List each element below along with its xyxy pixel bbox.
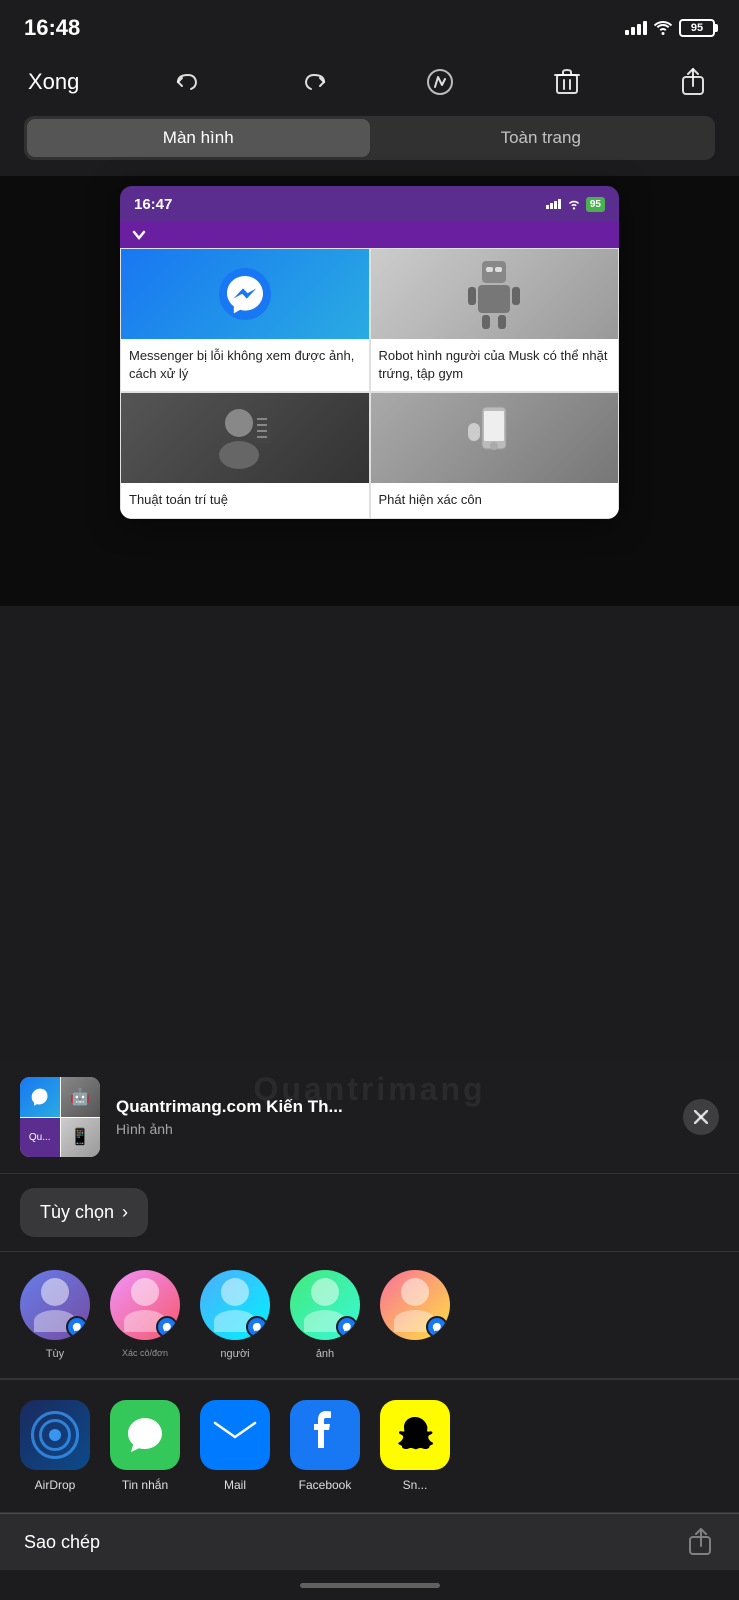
avatar-head-5 — [401, 1278, 429, 1306]
facebook-label: Facebook — [299, 1478, 352, 1492]
ss-battery: 95 — [586, 197, 605, 212]
share-subtitle: Hình ảnh — [116, 1121, 667, 1137]
share-header: 🤖 Qu... 📱 Quantrimang.com Kiến Th... Hìn… — [0, 1061, 739, 1174]
home-indicator-area — [0, 1570, 739, 1600]
contact-avatar-5[interactable] — [380, 1270, 450, 1340]
contacts-row: Tùy Xác cô/đơn — [0, 1252, 739, 1379]
share-sheet: Quantrimang 🤖 Qu... 📱 Quantrimang.com Ki… — [0, 1061, 739, 1600]
contact-name-4: ảnh — [316, 1348, 334, 1360]
battery-indicator: 95 — [679, 19, 715, 37]
options-row: Tùy chọn › — [0, 1174, 739, 1252]
contact-item-5 — [380, 1270, 450, 1360]
mail-label: Mail — [224, 1478, 246, 1492]
share-thumbnail: 🤖 Qu... 📱 — [20, 1077, 100, 1157]
airdrop-label: AirDrop — [35, 1478, 76, 1492]
contact-item-3: người — [200, 1270, 270, 1360]
delete-button[interactable] — [545, 60, 589, 104]
ss-status-bar: 16:47 95 — [120, 186, 619, 222]
home-indicator — [300, 1583, 440, 1588]
avatar-head-2 — [131, 1278, 159, 1306]
avatar-head — [41, 1278, 69, 1306]
snap-icon[interactable] — [380, 1400, 450, 1470]
contact-avatar-4[interactable] — [290, 1270, 360, 1340]
mail-icon[interactable] — [200, 1400, 270, 1470]
facebook-icon[interactable] — [290, 1400, 360, 1470]
ss-ai-image — [121, 393, 369, 483]
ss-content-grid: Messenger bị lỗi không xem được ảnh, các… — [120, 248, 619, 519]
ss-card-text-robot: Robot hình người của Musk có thể nhặt tr… — [371, 339, 619, 391]
segment-screen[interactable]: Màn hình — [27, 119, 370, 157]
thumb-1 — [20, 1077, 60, 1117]
avatar-head-4 — [311, 1278, 339, 1306]
snap-label: Sn... — [403, 1478, 428, 1492]
ss-time: 16:47 — [134, 196, 172, 213]
airdrop-item: AirDrop — [20, 1400, 90, 1492]
segment-control: Màn hình Toàn trang — [24, 116, 715, 160]
contact-item-2: Xác cô/đơn — [110, 1270, 180, 1360]
contact-name-3: người — [220, 1348, 249, 1360]
contact-item: Tùy — [20, 1270, 90, 1360]
messages-label: Tin nhắn — [122, 1478, 168, 1492]
share-title: Quantrimang.com Kiến Th... — [116, 1097, 667, 1117]
messages-icon[interactable] — [110, 1400, 180, 1470]
ss-phone-image — [371, 393, 619, 483]
share-button[interactable] — [671, 60, 715, 104]
bottom-action: Sao chép — [0, 1513, 739, 1570]
ss-card-phone: Phát hiện xác côn — [370, 392, 620, 518]
thumb-2: 🤖 — [61, 1077, 101, 1117]
contact-name-2: Xác cô/đơn — [122, 1348, 168, 1358]
messenger-badge-4 — [336, 1316, 358, 1338]
options-label: Tùy chọn — [40, 1202, 114, 1223]
snap-item: Sn... — [380, 1400, 450, 1492]
ss-card-text-phone: Phát hiện xác côn — [371, 483, 619, 517]
ss-robot-image — [371, 249, 619, 339]
ss-messenger-image — [121, 249, 369, 339]
segment-fullpage[interactable]: Toàn trang — [370, 119, 713, 157]
airdrop-icon[interactable] — [20, 1400, 90, 1470]
mail-item: Mail — [200, 1400, 270, 1492]
ss-card-text-messenger: Messenger bị lỗi không xem được ảnh, các… — [121, 339, 369, 391]
ss-icons: 95 — [546, 197, 605, 212]
contact-avatar-1[interactable] — [20, 1270, 90, 1340]
bottom-action-label: Sao chép — [24, 1532, 100, 1553]
ss-card-messenger: Messenger bị lỗi không xem được ảnh, các… — [120, 248, 370, 392]
close-button[interactable] — [683, 1099, 719, 1135]
messenger-badge-2 — [156, 1316, 178, 1338]
ss-card-robot: Robot hình người của Musk có thể nhặt tr… — [370, 248, 620, 392]
status-time: 16:48 — [24, 15, 80, 41]
screenshot-preview: 16:47 95 Messenger bị lỗi không xem được… — [120, 186, 619, 519]
options-button[interactable]: Tùy chọn › — [20, 1188, 148, 1237]
markup-button[interactable] — [418, 60, 462, 104]
wifi-icon — [653, 21, 673, 35]
contact-name-1: Tùy — [46, 1348, 64, 1360]
contact-avatar-2[interactable] — [110, 1270, 180, 1340]
share-icon-bottom — [687, 1528, 715, 1556]
undo-button[interactable] — [166, 60, 210, 104]
thumb-3: Qu... — [20, 1118, 60, 1158]
contact-item-4: ảnh — [290, 1270, 360, 1360]
done-button[interactable]: Xong — [24, 60, 83, 104]
thumb-4: 📱 — [61, 1118, 101, 1158]
ss-card-ai: Thuật toán trí tuệ — [120, 392, 370, 518]
facebook-item: Facebook — [290, 1400, 360, 1492]
share-info: Quantrimang.com Kiến Th... Hình ảnh — [116, 1097, 667, 1137]
signal-icon — [625, 21, 647, 35]
messenger-badge-5 — [426, 1316, 448, 1338]
contact-avatar-3[interactable] — [200, 1270, 270, 1340]
status-bar: 16:48 95 — [0, 0, 739, 52]
toolbar: Xong — [0, 52, 739, 112]
messages-item: Tin nhắn — [110, 1400, 180, 1492]
messenger-badge-3 — [246, 1316, 268, 1338]
apps-row: AirDrop Tin nhắn — [0, 1380, 739, 1512]
status-icons: 95 — [625, 19, 715, 37]
messenger-badge-1 — [66, 1316, 88, 1338]
ss-card-text-ai: Thuật toán trí tuệ — [121, 483, 369, 517]
options-chevron: › — [122, 1202, 128, 1223]
redo-button[interactable] — [292, 60, 336, 104]
avatar-head-3 — [221, 1278, 249, 1306]
